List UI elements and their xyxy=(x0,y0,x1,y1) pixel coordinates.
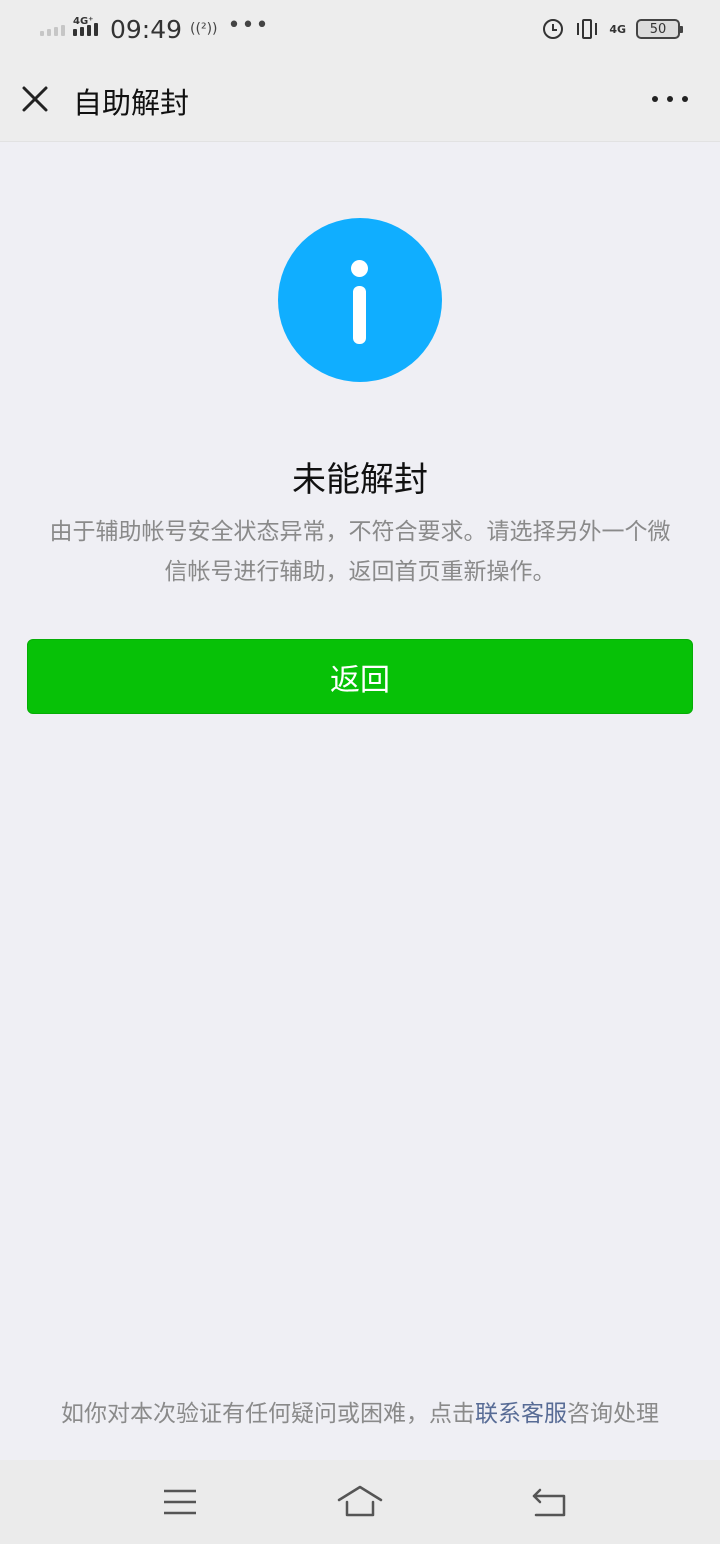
menu-icon[interactable] xyxy=(163,1488,197,1516)
battery-icon: 50 xyxy=(636,19,683,39)
more-icon[interactable] xyxy=(652,88,688,110)
result-title: 未能解封 xyxy=(292,460,428,500)
status-left: 4G⁺ 09:49 ((²)) ••• xyxy=(40,12,269,46)
status-time: 09:49 xyxy=(110,14,183,44)
footer-prefix: 如你对本次验证有任何疑问或困难，点击 xyxy=(61,1401,475,1427)
back-button[interactable]: 返回 xyxy=(27,639,693,714)
close-icon[interactable] xyxy=(20,84,50,114)
footer-help-text: 如你对本次验证有任何疑问或困难，点击联系客服咨询处理 xyxy=(0,1394,720,1428)
system-nav-bar xyxy=(0,1460,720,1544)
network-type-left: 4G⁺ xyxy=(73,16,94,27)
info-icon xyxy=(278,218,442,382)
nav-bar: 自助解封 xyxy=(0,58,720,142)
battery-level: 50 xyxy=(649,21,667,37)
network-type-right: 4G xyxy=(609,22,626,36)
contact-support-link[interactable]: 联系客服 xyxy=(475,1401,567,1427)
footer-suffix: 咨询处理 xyxy=(567,1401,659,1427)
back-nav-icon[interactable] xyxy=(530,1486,568,1518)
page-title: 自助解封 xyxy=(73,86,190,120)
home-icon[interactable] xyxy=(336,1484,384,1520)
alarm-icon xyxy=(543,19,564,39)
signal-strength-icon-sim1 xyxy=(40,22,68,36)
hotspot-icon: ((²)) xyxy=(190,21,218,37)
status-bar: 4G⁺ 09:49 ((²)) ••• 4G 50 xyxy=(0,0,720,58)
signal-sim2: 4G⁺ xyxy=(73,16,106,36)
status-right: 4G 50 xyxy=(543,12,683,46)
vibrate-icon xyxy=(575,18,599,40)
result-description: 由于辅助帐号安全状态异常，不符合要求。请选择另外一个微信帐号进行辅助，返回首页重… xyxy=(49,519,671,585)
notification-more-icon: ••• xyxy=(227,12,270,38)
